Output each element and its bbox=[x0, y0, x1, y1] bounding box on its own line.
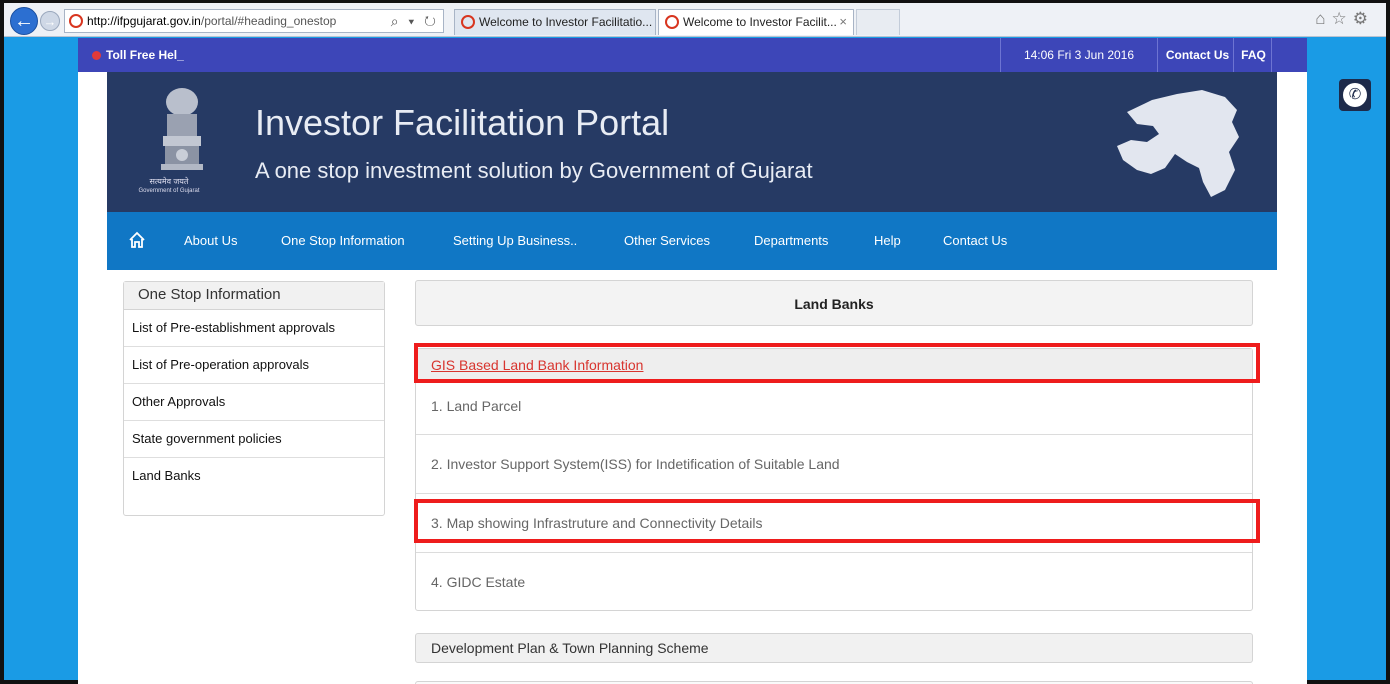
toll-free-helpline[interactable]: Toll Free Hel_ bbox=[106, 38, 184, 72]
phone-icon: ✆ bbox=[1343, 83, 1367, 107]
back-arrow-icon[interactable]: ← bbox=[10, 7, 38, 35]
list-item-land-parcel[interactable]: 1. Land Parcel bbox=[416, 381, 1252, 435]
faq-link[interactable]: FAQ bbox=[1236, 38, 1272, 72]
close-tab-icon[interactable]: × bbox=[839, 10, 847, 34]
browser-tab-1[interactable]: Welcome to Investor Facilitatio... bbox=[454, 9, 656, 35]
sidebar-item-pre-establishment[interactable]: List of Pre-establishment approvals bbox=[124, 310, 384, 347]
address-bar[interactable]: http://ifpgujarat.gov.in/portal/#heading… bbox=[64, 9, 444, 33]
highlight-box-gis-link bbox=[414, 343, 1260, 383]
menu-help[interactable]: Help bbox=[874, 212, 901, 270]
contact-us-link[interactable]: Contact Us bbox=[1162, 38, 1234, 72]
sidebar-item-land-banks[interactable]: Land Banks bbox=[124, 458, 384, 495]
ie-logo-icon bbox=[461, 15, 475, 29]
list-item-gidc-estate[interactable]: 4. GIDC Estate bbox=[416, 553, 1252, 611]
sidebar-item-state-policies[interactable]: State government policies bbox=[124, 421, 384, 458]
new-tab-button[interactable] bbox=[856, 9, 900, 35]
section-heading: Land Banks bbox=[415, 280, 1253, 326]
menu-contact-us[interactable]: Contact Us bbox=[943, 212, 1007, 270]
star-icon[interactable]: ☆ bbox=[1332, 9, 1353, 28]
development-plan-section[interactable]: Development Plan & Town Planning Scheme bbox=[415, 633, 1253, 663]
forward-arrow-icon[interactable]: → bbox=[40, 11, 60, 31]
site-header: सत्यमेव जयते Government of Gujarat Inves… bbox=[107, 72, 1277, 212]
address-tools-icon[interactable]: ⌕ ▾ ↻ bbox=[391, 10, 439, 32]
phone-button[interactable]: ✆ bbox=[1339, 79, 1371, 111]
status-dot-icon bbox=[92, 51, 101, 60]
browser-toolbar: ← → http://ifpgujarat.gov.in/portal/#hea… bbox=[4, 3, 1386, 37]
land-banks-list: GIS Based Land Bank Information 1. Land … bbox=[415, 348, 1253, 611]
ie-logo-icon bbox=[665, 15, 679, 29]
sidebar-title: One Stop Information bbox=[124, 282, 384, 310]
page-subtitle: A one stop investment solution by Govern… bbox=[255, 158, 813, 183]
gujarat-map-icon bbox=[1117, 90, 1239, 197]
highlight-box-infrastructure-map bbox=[414, 499, 1260, 543]
menu-one-stop-information[interactable]: One Stop Information bbox=[281, 212, 405, 270]
menu-departments[interactable]: Departments bbox=[754, 212, 828, 270]
gear-icon[interactable]: ⚙ bbox=[1353, 9, 1374, 28]
emblem-caption: Government of Gujarat bbox=[138, 188, 200, 194]
menu-setting-up-business[interactable]: Setting Up Business.. bbox=[453, 212, 577, 270]
tab-title: Welcome to Investor Facilit... bbox=[683, 15, 837, 29]
top-bar: Toll Free Hel_ 14:06 Fri 3 Jun 2016 Cont… bbox=[78, 38, 1307, 72]
sidebar-item-other-approvals[interactable]: Other Approvals bbox=[124, 384, 384, 421]
list-item-investor-support-system[interactable]: 2. Investor Support System(ISS) for Inde… bbox=[416, 435, 1252, 494]
main-menu: About Us One Stop Information Setting Up… bbox=[107, 212, 1277, 270]
home-icon[interactable] bbox=[127, 230, 147, 250]
page-title: Investor Facilitation Portal bbox=[255, 102, 670, 143]
url-path: /portal/#heading_onestop bbox=[200, 14, 337, 28]
emblem-motto: सत्यमेव जयते bbox=[149, 177, 189, 186]
menu-about-us[interactable]: About Us bbox=[184, 212, 237, 270]
ie-logo-icon bbox=[69, 14, 83, 28]
datetime: 14:06 Fri 3 Jun 2016 bbox=[1000, 38, 1158, 72]
menu-other-services[interactable]: Other Services bbox=[624, 212, 710, 270]
tab-title: Welcome to Investor Facilitatio... bbox=[479, 15, 653, 29]
sidebar-item-pre-operation[interactable]: List of Pre-operation approvals bbox=[124, 347, 384, 384]
sidebar: One Stop Information List of Pre-establi… bbox=[123, 281, 385, 516]
url-host: http://ifpgujarat.gov.in bbox=[87, 14, 201, 28]
home-icon[interactable]: ⌂ bbox=[1315, 9, 1331, 28]
browser-icons: ⌂☆⚙ bbox=[1315, 9, 1374, 29]
browser-tab-2-active[interactable]: Welcome to Investor Facilit... × bbox=[658, 9, 854, 35]
